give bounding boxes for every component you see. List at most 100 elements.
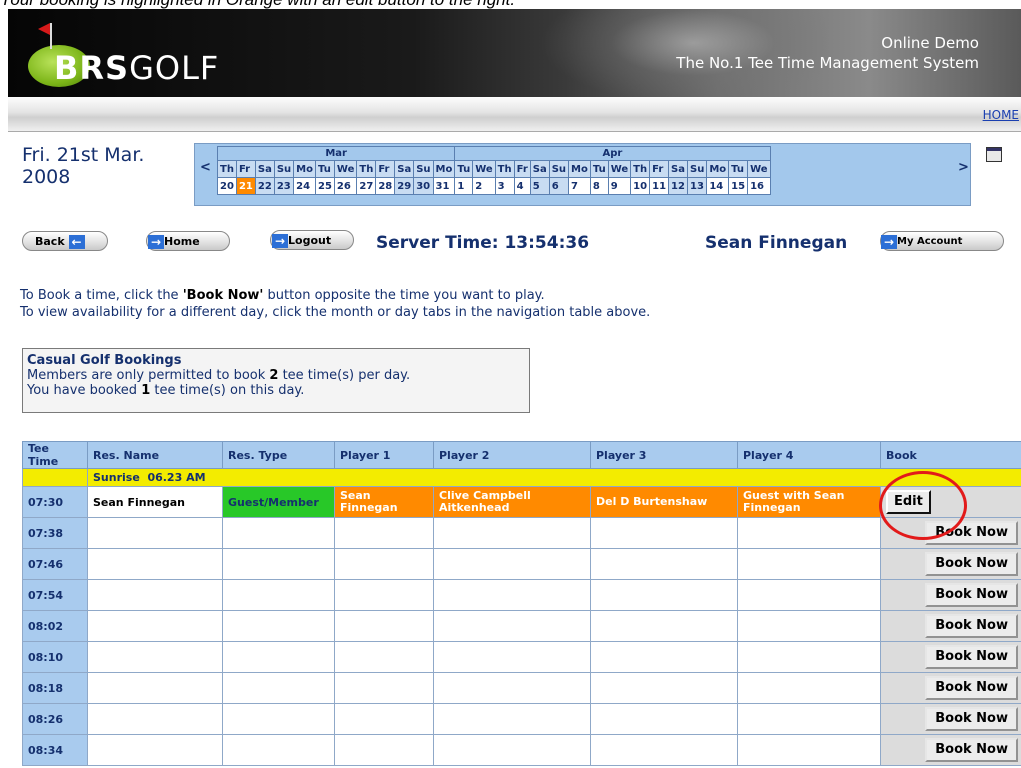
calendar-weekday[interactable]: We xyxy=(747,160,771,178)
calendar-month[interactable]: Mar xyxy=(216,146,456,161)
calendar-weekday[interactable]: Su xyxy=(413,160,434,178)
next-arrow[interactable]: > xyxy=(958,160,969,175)
calendar-weekday[interactable]: Th xyxy=(630,160,651,178)
calendar-day[interactable]: 1 xyxy=(454,177,474,195)
calendar-day[interactable]: 30 xyxy=(413,177,434,195)
calendar-day[interactable]: 7 xyxy=(568,177,591,195)
book-now-button[interactable]: Book Now xyxy=(925,707,1018,731)
empty-cell xyxy=(334,734,434,766)
table-row: 08:26 Book Now xyxy=(22,703,1021,735)
calendar-weekday[interactable]: Su xyxy=(686,160,708,178)
book-now-button[interactable]: Book Now xyxy=(925,738,1018,762)
col-header: Book xyxy=(880,441,1021,469)
logout-button[interactable]: → Logout xyxy=(270,230,354,250)
book-now-button[interactable]: Book Now xyxy=(925,552,1018,576)
empty-cell xyxy=(87,548,223,580)
calendar-weekday[interactable]: Mo xyxy=(706,160,730,178)
calendar-day[interactable]: 21 xyxy=(235,177,256,195)
home-link[interactable]: HOME xyxy=(983,108,1019,122)
calendar-day[interactable]: 3 xyxy=(494,177,515,195)
calendar-weekday[interactable]: We xyxy=(333,160,358,178)
empty-cell xyxy=(222,703,335,735)
calendar-weekday[interactable]: Sa xyxy=(394,160,415,178)
calendar-weekday[interactable]: Tu xyxy=(728,160,749,178)
table-row: 07:46 Book Now xyxy=(22,548,1021,580)
calendar-month[interactable]: Apr xyxy=(454,146,771,161)
calendar-weekday[interactable]: Th xyxy=(356,160,377,178)
calendar-weekday[interactable]: Sa xyxy=(668,160,688,178)
calendar-day[interactable]: 5 xyxy=(529,177,550,195)
tee-time: 08:26 xyxy=(22,703,88,735)
calendar-weekday[interactable]: Tu xyxy=(589,160,609,178)
calendar-day[interactable]: 10 xyxy=(630,177,651,195)
calendar-day[interactable]: 24 xyxy=(293,177,316,195)
sunrise-label: Sunrise 06.23 AM xyxy=(87,468,1021,487)
empty-cell xyxy=(590,517,738,549)
calendar-weekday[interactable]: Th xyxy=(494,160,515,178)
calendar-day[interactable]: 14 xyxy=(706,177,730,195)
calendar-day[interactable]: 28 xyxy=(375,177,396,195)
calendar-weekday[interactable]: Th xyxy=(217,160,237,178)
book-cell: Book Now xyxy=(880,734,1021,766)
calendar-day[interactable]: 22 xyxy=(254,177,275,195)
calendar-weekday[interactable]: Tu xyxy=(314,160,335,178)
calendar-day[interactable]: 8 xyxy=(589,177,609,195)
calendar-weekday[interactable]: We xyxy=(607,160,632,178)
calendar-day[interactable]: 13 xyxy=(686,177,708,195)
calendar-weekday[interactable]: Mo xyxy=(432,160,456,178)
calendar-weekday[interactable]: Tu xyxy=(454,160,474,178)
calendar-weekday[interactable]: Mo xyxy=(568,160,591,178)
calendar-day[interactable]: 15 xyxy=(728,177,749,195)
calendar-day[interactable]: 12 xyxy=(668,177,688,195)
calendar-day[interactable]: 29 xyxy=(394,177,415,195)
calendar-day[interactable]: 31 xyxy=(432,177,456,195)
player-1: Sean Finnegan xyxy=(334,486,434,518)
book-now-button[interactable]: Book Now xyxy=(925,645,1018,669)
book-now-button[interactable]: Book Now xyxy=(925,583,1018,607)
empty-cell xyxy=(334,548,434,580)
tee-time: 07:30 xyxy=(22,486,88,518)
book-now-button[interactable]: Book Now xyxy=(925,521,1018,545)
calendar-day[interactable]: 11 xyxy=(649,177,670,195)
calendar-day[interactable]: 4 xyxy=(513,177,531,195)
header-banner: BRSGOLF Online Demo The No.1 Tee Time Ma… xyxy=(8,9,1021,97)
date-navigation-calendar: < Mar Apr Th Fr Sa Su Mo Tu We Th Fr Sa Su Mo Tu We Th F… xyxy=(194,143,971,206)
calendar-day[interactable]: 23 xyxy=(273,177,295,195)
empty-cell xyxy=(222,672,335,704)
calendar-weekday[interactable]: Sa xyxy=(254,160,275,178)
brs-golf-logo[interactable]: BRSGOLF xyxy=(26,23,326,89)
calendar-weekday[interactable]: Su xyxy=(273,160,295,178)
calendar-day[interactable]: 25 xyxy=(314,177,335,195)
prev-arrow[interactable]: < xyxy=(200,160,211,175)
empty-cell xyxy=(433,703,591,735)
empty-cell xyxy=(590,548,738,580)
calendar-day[interactable]: 26 xyxy=(333,177,358,195)
empty-cell xyxy=(87,672,223,704)
calendar-weekday[interactable]: Su xyxy=(548,160,570,178)
home-button[interactable]: → Home xyxy=(146,231,230,251)
calendar-day[interactable]: 27 xyxy=(356,177,377,195)
calendar-day[interactable]: 16 xyxy=(747,177,771,195)
calendar-icon[interactable] xyxy=(986,147,1002,162)
calendar-weekday[interactable]: Fr xyxy=(375,160,396,178)
empty-cell xyxy=(590,610,738,642)
calendar-weekday[interactable]: Fr xyxy=(235,160,256,178)
flag-icon xyxy=(38,23,50,35)
arrow-right-icon: → xyxy=(881,235,897,249)
calendar-weekday[interactable]: Fr xyxy=(649,160,670,178)
calendar-day[interactable]: 20 xyxy=(217,177,237,195)
back-button[interactable]: Back ← xyxy=(22,231,108,251)
table-row: 08:10 Book Now xyxy=(22,641,1021,673)
edit-button[interactable]: Edit xyxy=(886,490,931,514)
book-now-button[interactable]: Book Now xyxy=(925,676,1018,700)
my-account-button[interactable]: → My Account xyxy=(880,231,1004,251)
calendar-day[interactable]: 2 xyxy=(472,177,496,195)
calendar-weekday[interactable]: Sa xyxy=(529,160,550,178)
calendar-day[interactable]: 9 xyxy=(607,177,632,195)
table-header-row: Tee Time Res. Name Res. Type Player 1 Pl… xyxy=(22,441,1021,469)
calendar-day[interactable]: 6 xyxy=(548,177,570,195)
calendar-weekday[interactable]: Fr xyxy=(513,160,531,178)
calendar-weekday[interactable]: We xyxy=(472,160,496,178)
book-now-button[interactable]: Book Now xyxy=(925,614,1018,638)
calendar-weekday[interactable]: Mo xyxy=(293,160,316,178)
